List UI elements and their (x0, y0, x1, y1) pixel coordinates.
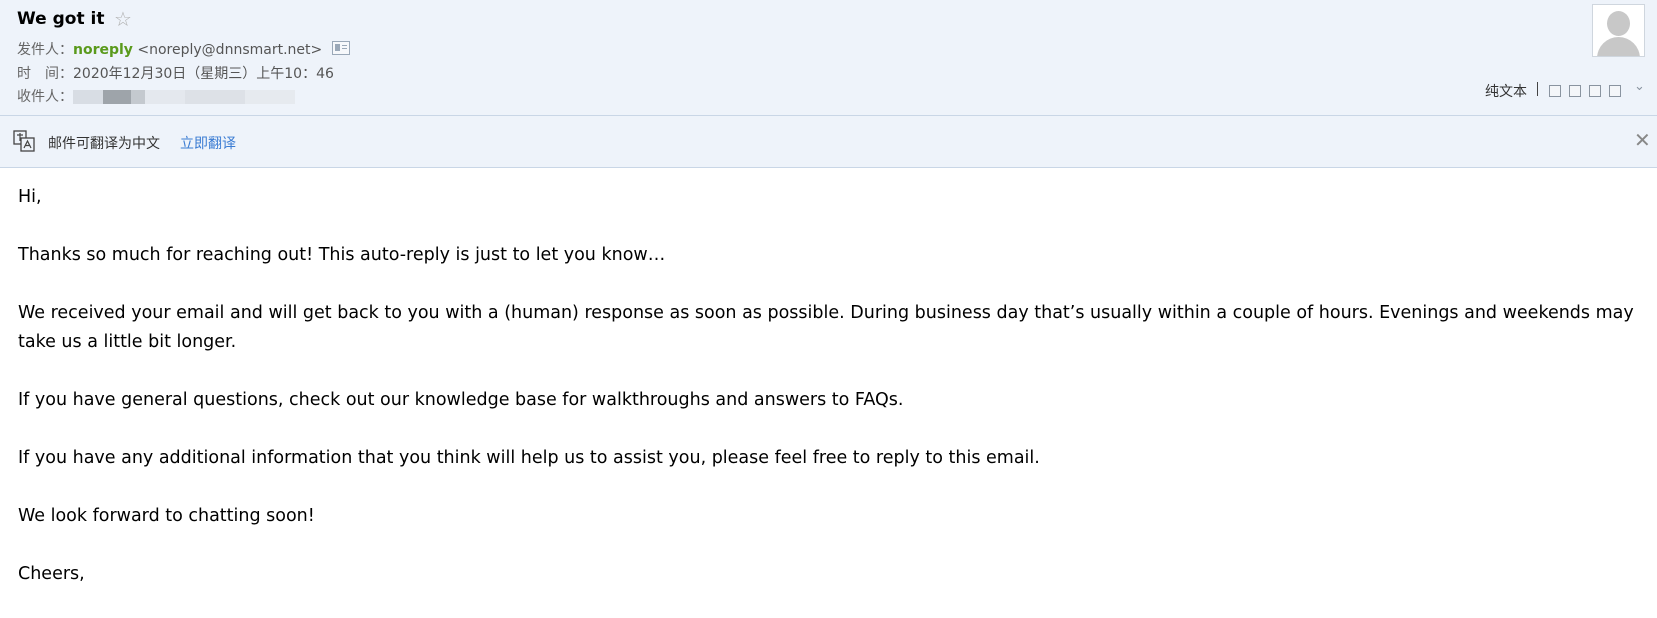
plain-text-button[interactable]: 纯文本 (1485, 81, 1527, 101)
body-paragraph: Hi, (18, 187, 42, 207)
avatar[interactable] (1592, 4, 1645, 57)
recipient-label: 收件人： (17, 89, 73, 105)
translate-now-link[interactable]: 立即翻译 (180, 133, 236, 153)
new-window-icon[interactable] (1549, 85, 1561, 97)
recipient-row: 收件人： (17, 86, 295, 106)
time-row: 时 间：2020年12月30日（星期三）上午10：46 (17, 63, 334, 83)
star-icon[interactable]: ☆ (114, 7, 132, 31)
translate-message: 邮件可翻译为中文 (48, 136, 160, 152)
download-icon[interactable] (1589, 85, 1601, 97)
toolbar-divider (1537, 82, 1538, 96)
translate-icon (13, 130, 35, 152)
translate-bar: 邮件可翻译为中文 立即翻译 ✕ (0, 116, 1657, 168)
time-label: 时 间： (17, 66, 73, 82)
sender-address: <noreply@dnnsmart.net> (137, 42, 323, 58)
avatar-body-shape (1597, 37, 1640, 56)
print-icon[interactable] (1609, 85, 1621, 97)
contact-card-icon[interactable] (332, 41, 351, 55)
body-paragraph: Cheers, (18, 564, 85, 584)
sender-name[interactable]: noreply (73, 42, 133, 58)
body-paragraph: If you have any additional information t… (18, 448, 1040, 468)
sender-row: 发件人：noreply <noreply@dnnsmart.net> (17, 39, 351, 59)
close-icon[interactable]: ✕ (1634, 128, 1651, 152)
redacted-recipient (103, 90, 131, 104)
body-paragraph: If you have general questions, check out… (18, 390, 904, 410)
chevron-down-icon[interactable]: ⌄ (1634, 79, 1645, 94)
redacted-recipient (73, 90, 103, 104)
email-body: Hi, Thanks so much for reaching out! Thi… (18, 183, 1648, 618)
redacted-recipient (185, 90, 245, 104)
sender-label: 发件人： (17, 42, 73, 58)
email-subject: We got it (17, 9, 105, 29)
avatar-placeholder-icon (1607, 11, 1630, 36)
body-paragraph: Thanks so much for reaching out! This au… (18, 245, 666, 265)
body-paragraph: We look forward to chatting soon! (18, 506, 315, 526)
redacted-recipient (131, 90, 145, 104)
redacted-recipient (145, 90, 185, 104)
notes-icon[interactable] (1569, 85, 1581, 97)
body-paragraph: We received your email and will get back… (18, 303, 1634, 352)
email-header: We got it ☆ 发件人：noreply <noreply@dnnsmar… (0, 0, 1657, 116)
time-value: 2020年12月30日（星期三）上午10：46 (73, 66, 334, 82)
redacted-recipient (245, 90, 295, 104)
